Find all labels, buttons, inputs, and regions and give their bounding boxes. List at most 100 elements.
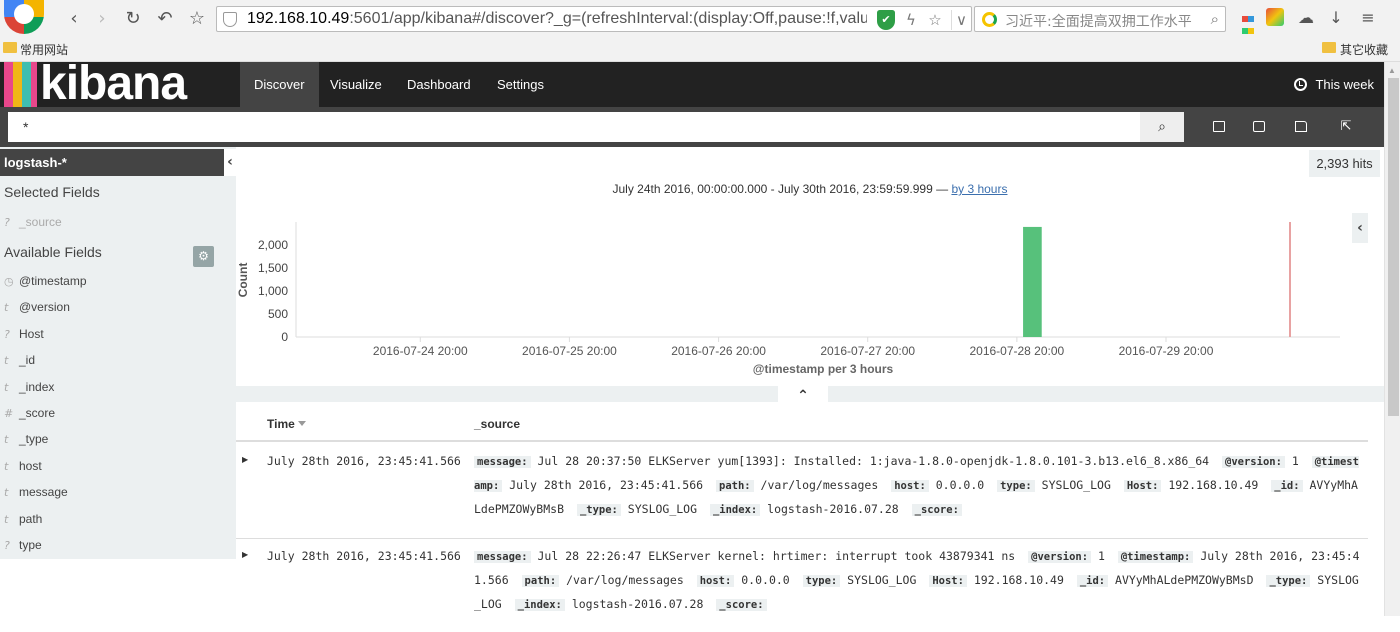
- source-field-key: host:: [891, 480, 929, 492]
- field-type-icon: t: [4, 380, 9, 394]
- interval-link[interactable]: by 3 hours: [951, 182, 1007, 196]
- sidebar-collapse-icon[interactable]: ‹: [224, 149, 236, 176]
- field-item[interactable]: # _score: [4, 406, 55, 428]
- browser-search-bar[interactable]: 习近平:全面提高双拥工作水平 ⌕: [974, 6, 1226, 32]
- field-item[interactable]: ? type: [4, 538, 42, 560]
- field-item[interactable]: ◷ @timestamp: [4, 274, 87, 296]
- field-name: _score: [19, 406, 56, 420]
- x-axis-title: @timestamp per 3 hours: [753, 362, 894, 376]
- dropdown-chevron-icon[interactable]: ∨: [951, 10, 971, 30]
- y-tick-label: 2,000: [258, 238, 288, 252]
- favorite-star-icon[interactable]: ☆: [185, 7, 209, 31]
- source-field-value: AVYyMhALdePMZOWyBMsD: [1108, 573, 1261, 587]
- chart-toggle-icon[interactable]: ⌃: [778, 386, 828, 408]
- expand-row-icon[interactable]: ▶: [242, 455, 248, 464]
- source-field-key: message:: [474, 551, 531, 563]
- tab-visualize[interactable]: Visualize: [316, 62, 396, 107]
- table-row[interactable]: ▶ July 28th 2016, 23:45:41.566 message: Ju…: [236, 538, 1368, 632]
- source-field-key: Host:: [929, 575, 967, 587]
- field-sidebar: logstash-* ‹ Selected Fields ? _source Av…: [0, 147, 236, 559]
- search-icon[interactable]: ⌕: [1211, 10, 1219, 28]
- field-name: message: [19, 485, 68, 500]
- field-item[interactable]: t host: [4, 459, 42, 481]
- field-item[interactable]: t path: [4, 512, 42, 534]
- source-field-key: type:: [997, 480, 1035, 492]
- field-name: _type: [19, 432, 49, 447]
- source-field-key: @version:: [1222, 456, 1285, 468]
- row-timestamp: July 28th 2016, 23:45:41.566: [267, 549, 461, 563]
- open-folder-icon[interactable]: [1291, 117, 1311, 137]
- tab-dashboard[interactable]: Dashboard: [393, 62, 485, 107]
- source-field-value: 192.168.10.49: [1161, 478, 1266, 492]
- undo-icon[interactable]: ↶: [153, 7, 177, 31]
- extension-icon[interactable]: [1266, 8, 1284, 26]
- scroll-up-icon[interactable]: ▲: [1388, 66, 1396, 75]
- url-text[interactable]: 192.168.10.49:5601/app/kibana#/discover?…: [247, 10, 867, 28]
- source-field-key: _type:: [576, 504, 621, 516]
- tab-settings[interactable]: Settings: [483, 62, 558, 107]
- cloud-icon[interactable]: ☁: [1296, 8, 1316, 28]
- browser-logo-icon[interactable]: [4, 0, 44, 34]
- field-type-icon: t: [4, 459, 9, 473]
- field-item[interactable]: t _index: [4, 380, 54, 402]
- browser-toolbar: ‹ › ↻ ↶ ☆ 192.168.10.49:5601/app/kibana#…: [0, 0, 1400, 62]
- scroll-thumb[interactable]: [1388, 78, 1399, 416]
- search-submit-button[interactable]: ⌕: [1140, 112, 1184, 142]
- field-name: path: [19, 511, 43, 526]
- apps-grid-icon[interactable]: [1238, 8, 1258, 34]
- table-header: Time _source: [236, 408, 1368, 442]
- forward-icon[interactable]: ›: [90, 7, 114, 31]
- field-name: Host: [19, 326, 44, 341]
- field-type-icon: t: [4, 433, 9, 447]
- field-item[interactable]: ? _source: [4, 215, 62, 237]
- search-icon: ⌕: [1158, 119, 1166, 135]
- back-icon[interactable]: ‹: [62, 7, 86, 31]
- tab-discover[interactable]: Discover: [240, 62, 319, 107]
- field-name: @version: [19, 300, 70, 315]
- column-time[interactable]: Time: [267, 417, 306, 431]
- field-item[interactable]: ? Host: [4, 327, 44, 349]
- search-query-input[interactable]: [8, 112, 1140, 142]
- field-type-icon: t: [4, 486, 9, 500]
- search-suggestion-text[interactable]: 习近平:全面提高双拥工作水平: [1005, 11, 1195, 31]
- download-icon[interactable]: ↓: [1326, 8, 1346, 28]
- index-pattern-selector[interactable]: logstash-*: [0, 149, 224, 176]
- source-field-key: _id:: [1271, 480, 1303, 492]
- clock-icon: [1294, 78, 1308, 91]
- gear-icon[interactable]: ⚙: [193, 246, 214, 267]
- expand-row-icon[interactable]: ▶: [242, 550, 248, 559]
- field-type-icon: t: [4, 512, 9, 526]
- sort-down-icon[interactable]: [297, 421, 306, 426]
- y-tick-label: 500: [268, 307, 288, 321]
- field-item[interactable]: t message: [4, 485, 68, 507]
- chart-side-collapse-icon[interactable]: ‹: [1352, 213, 1368, 243]
- page-scrollbar[interactable]: ▲: [1384, 62, 1400, 616]
- time-picker[interactable]: This week: [1294, 62, 1374, 107]
- bookmark-star-icon[interactable]: ☆: [925, 10, 945, 30]
- kibana-logo-text[interactable]: kibana: [40, 56, 187, 111]
- url-host: 192.168.10.49: [247, 10, 350, 27]
- field-item[interactable]: t _type: [4, 432, 48, 454]
- x-tick-label: 2016-07-28 20:00: [969, 344, 1064, 358]
- share-icon[interactable]: ⇱: [1336, 117, 1356, 137]
- address-bar[interactable]: 192.168.10.49:5601/app/kibana#/discover?…: [216, 6, 972, 32]
- source-field-key: path:: [716, 480, 754, 492]
- chart-bar: [1023, 226, 1042, 337]
- lightning-icon[interactable]: ϟ: [901, 10, 921, 30]
- time-range-text: July 24th 2016, 00:00:00.000 - July 30th…: [612, 182, 949, 196]
- field-item[interactable]: t _id: [4, 353, 35, 375]
- bookmark-other[interactable]: 其它收藏: [1340, 41, 1388, 58]
- safe-shield-icon[interactable]: ✔: [877, 10, 895, 30]
- save-search-icon[interactable]: [1249, 117, 1269, 137]
- source-field-value: 0.0.0.0: [734, 573, 797, 587]
- y-axis-title: Count: [236, 263, 250, 298]
- reload-icon[interactable]: ↻: [121, 7, 145, 31]
- field-type-icon: ?: [4, 539, 10, 552]
- table-row[interactable]: ▶ July 28th 2016, 23:45:41.566 message: Ju…: [236, 444, 1368, 538]
- source-field-key: _id:: [1076, 575, 1109, 587]
- menu-icon[interactable]: ≡: [1358, 8, 1378, 28]
- new-search-icon[interactable]: [1209, 117, 1229, 137]
- source-field-value: logstash-2016.07.28: [564, 597, 711, 611]
- field-item[interactable]: t @version: [4, 300, 70, 322]
- time-picker-label: This week: [1315, 77, 1374, 92]
